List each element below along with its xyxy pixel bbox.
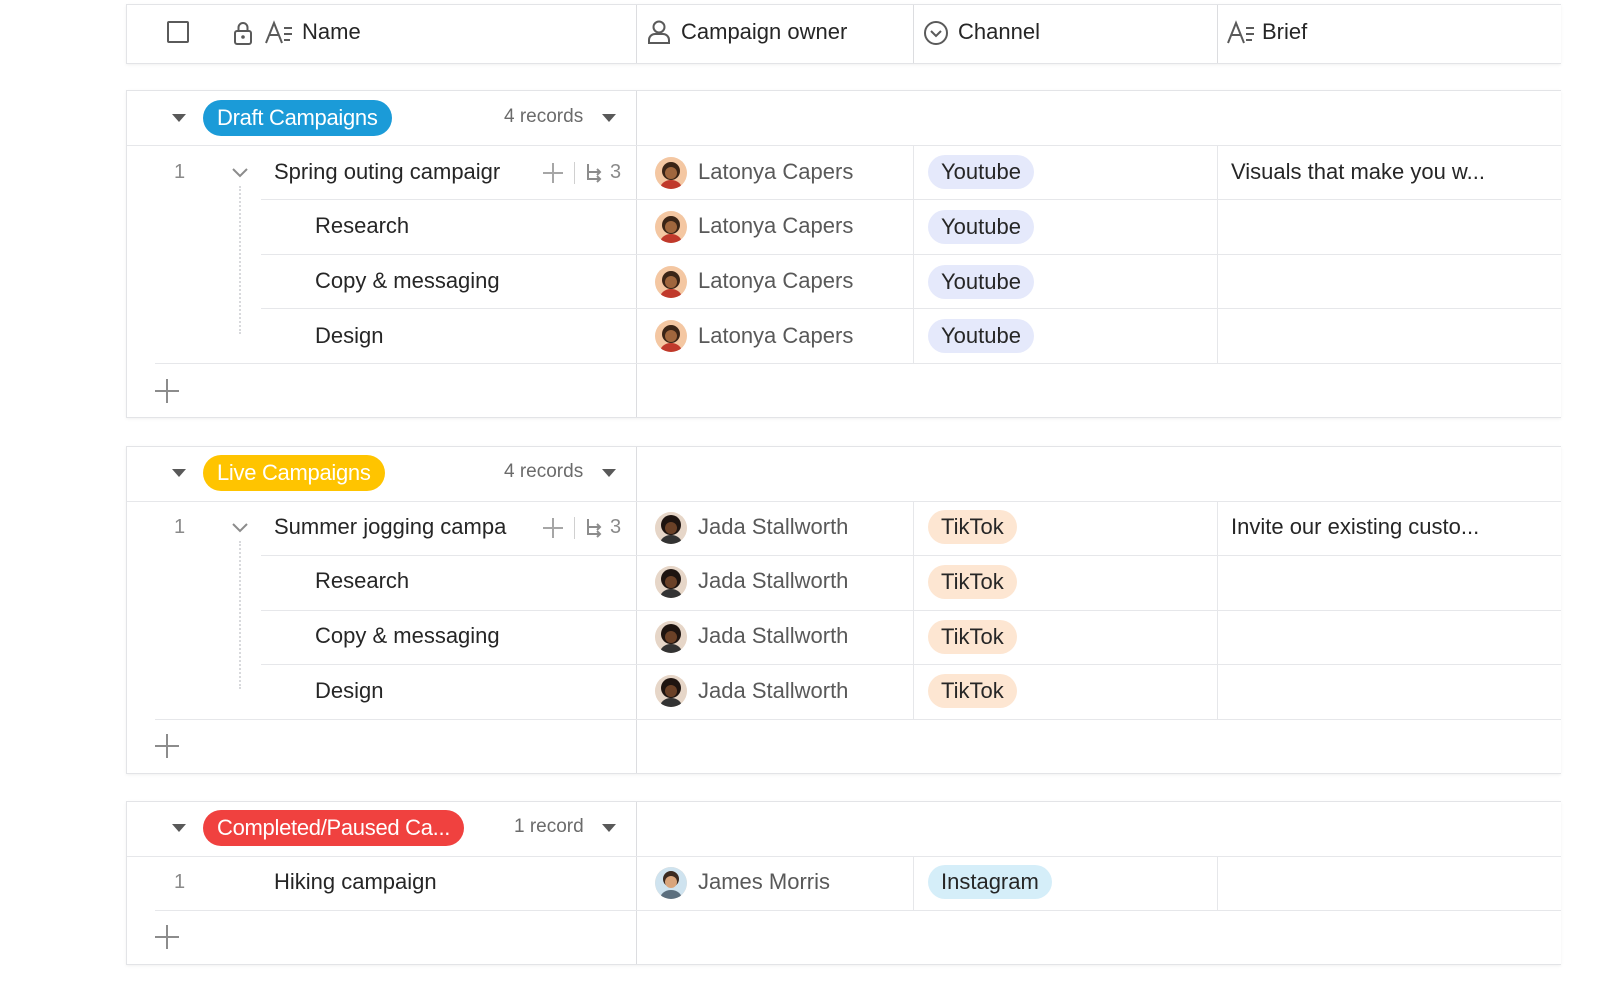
- chevron-down-icon[interactable]: [230, 520, 250, 534]
- avatar: [655, 211, 687, 243]
- subitem-connector: [239, 541, 241, 689]
- avatar: [655, 320, 687, 352]
- channel-tag[interactable]: Youtube: [928, 155, 1034, 189]
- select-all-checkbox[interactable]: [167, 21, 189, 43]
- divider: [574, 517, 575, 539]
- owner-name: Latonya Capers: [698, 159, 854, 184]
- owner-name: Jada Stallworth: [698, 514, 849, 539]
- column-divider: [913, 856, 914, 911]
- row-number: 1: [174, 161, 186, 183]
- person-icon: [648, 20, 670, 44]
- lock-icon: [234, 22, 252, 45]
- group-label-live: Live Campaigns: [203, 455, 385, 491]
- column-divider: [1217, 5, 1218, 63]
- collapse-group-caret[interactable]: [172, 824, 186, 832]
- subitem-name[interactable]: Copy & messaging: [315, 623, 500, 649]
- row-divider: [261, 555, 1561, 556]
- subitems-icon: [587, 164, 602, 183]
- owner-name: Latonya Capers: [698, 268, 854, 293]
- row-divider: [127, 501, 1561, 502]
- group-live: [126, 446, 1561, 774]
- row-divider: [155, 719, 1561, 720]
- owner-name: Jada Stallworth: [698, 623, 849, 648]
- add-record-button[interactable]: [155, 925, 179, 949]
- column-divider: [636, 802, 637, 964]
- group-label-draft: Draft Campaigns: [203, 100, 392, 136]
- subitem-name[interactable]: Copy & messaging: [315, 268, 500, 294]
- owner-name: Jada Stallworth: [698, 678, 849, 703]
- avatar: [655, 566, 687, 598]
- column-divider: [913, 5, 914, 63]
- row-divider: [261, 254, 1561, 255]
- collapse-group-caret[interactable]: [172, 114, 186, 122]
- channel-tag[interactable]: TikTok: [928, 510, 1017, 544]
- subitem-count: 3: [610, 161, 622, 183]
- single-select-icon: [924, 21, 948, 45]
- subitem-name[interactable]: Research: [315, 213, 409, 239]
- channel-tag[interactable]: Youtube: [928, 210, 1034, 244]
- channel-tag[interactable]: Youtube: [928, 265, 1034, 299]
- channel-tag[interactable]: Instagram: [928, 865, 1052, 899]
- row-divider: [127, 145, 1561, 146]
- subitem-name[interactable]: Research: [315, 568, 409, 594]
- divider: [574, 162, 575, 184]
- brief-text[interactable]: Visuals that make you w...: [1231, 159, 1511, 185]
- campaign-name[interactable]: Spring outing campaigr: [274, 159, 520, 185]
- owner-name: Jada Stallworth: [698, 568, 849, 593]
- row-divider: [261, 664, 1561, 665]
- column-header-brief[interactable]: Brief: [1262, 19, 1307, 45]
- text-field-icon: [265, 20, 292, 44]
- brief-text[interactable]: Invite our existing custo...: [1231, 514, 1511, 540]
- subitems-icon: [587, 519, 602, 538]
- add-subitem-icon[interactable]: [543, 163, 563, 183]
- avatar: [655, 675, 687, 707]
- record-count-dropdown-icon[interactable]: [602, 469, 616, 477]
- record-count: 4 records: [504, 461, 584, 482]
- record-count-dropdown-icon[interactable]: [602, 114, 616, 122]
- channel-tag[interactable]: Youtube: [928, 319, 1034, 353]
- column-divider: [636, 5, 637, 63]
- column-header-owner[interactable]: Campaign owner: [681, 19, 847, 45]
- text-field-icon: [1227, 20, 1254, 44]
- subitem-name[interactable]: Design: [315, 678, 383, 704]
- row-divider: [155, 363, 1561, 364]
- row-divider: [261, 199, 1561, 200]
- column-header-name[interactable]: Name: [302, 19, 361, 45]
- owner-name: James Morris: [698, 869, 831, 894]
- row-number: 1: [174, 516, 186, 538]
- collapse-group-caret[interactable]: [172, 469, 186, 477]
- subitem-count: 3: [610, 516, 622, 538]
- record-count: 4 records: [504, 106, 584, 127]
- add-record-button[interactable]: [155, 379, 179, 403]
- owner-name: Latonya Capers: [698, 213, 854, 238]
- avatar: [655, 512, 687, 544]
- chevron-down-icon[interactable]: [230, 165, 250, 179]
- avatar: [655, 266, 687, 298]
- group-draft: [126, 90, 1561, 418]
- group-label-completed: Completed/Paused Ca...: [203, 810, 465, 846]
- avatar: [655, 621, 687, 653]
- owner-name: Latonya Capers: [698, 323, 854, 348]
- add-subitem-icon[interactable]: [543, 518, 563, 538]
- channel-tag[interactable]: TikTok: [928, 620, 1017, 654]
- record-count: 1 record: [514, 816, 584, 837]
- record-count-dropdown-icon[interactable]: [602, 824, 616, 832]
- row-divider: [155, 910, 1561, 911]
- avatar: [655, 867, 687, 899]
- campaign-name[interactable]: Hiking campaign: [274, 869, 437, 895]
- column-divider: [1217, 856, 1218, 911]
- column-header-channel[interactable]: Channel: [958, 19, 1040, 45]
- channel-tag[interactable]: TikTok: [928, 674, 1017, 708]
- campaign-name[interactable]: Summer jogging campa: [274, 514, 520, 540]
- row-divider: [127, 856, 1561, 857]
- add-record-button[interactable]: [155, 734, 179, 758]
- subitem-name[interactable]: Design: [315, 323, 383, 349]
- row-divider: [261, 308, 1561, 309]
- avatar: [655, 157, 687, 189]
- row-divider: [261, 610, 1561, 611]
- subitem-connector: [239, 186, 241, 334]
- channel-tag[interactable]: TikTok: [928, 565, 1017, 599]
- row-number: 1: [174, 871, 186, 893]
